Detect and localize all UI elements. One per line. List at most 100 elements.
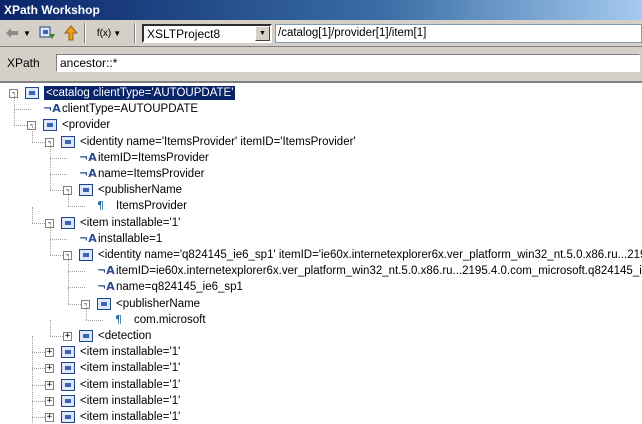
element-node-icon (97, 297, 111, 310)
tree-row[interactable]: - <catalog clientType='AUTOUPDATE' (0, 85, 642, 101)
back-dropdown-button[interactable]: ▼ (4, 22, 32, 44)
toolbar-separator (84, 23, 86, 43)
element-node-icon (61, 378, 75, 391)
tree-row[interactable]: + <detection (0, 320, 642, 344)
xml-tree-view[interactable]: - <catalog clientType='AUTOUPDATE' ¬A clien… (0, 81, 642, 424)
element-node-icon (61, 135, 75, 148)
tree-node-label: <detection (98, 330, 152, 342)
expand-icon[interactable]: + (45, 396, 54, 406)
functions-dropdown-button[interactable]: f(x) ▼ (90, 22, 128, 44)
tree-connector (68, 287, 85, 289)
tree-connector (50, 158, 51, 174)
tree-connector (32, 336, 33, 353)
tree-row[interactable]: ¬A name=ItemsProvider (0, 158, 642, 182)
functions-label: f(x) (96, 27, 112, 39)
tree-connector (32, 125, 33, 142)
tree-node-label: <publisherName (116, 297, 201, 310)
toolbar-separator (134, 23, 136, 43)
back-arrow-icon (6, 28, 19, 38)
tree-connector (50, 239, 51, 255)
tree-node-label: <publisherName (98, 184, 183, 197)
tree-row[interactable]: ¬A itemID=ItemsProvider (0, 141, 642, 166)
tree-node-label: name=q824145_ie6_sp1 (116, 281, 243, 294)
tree-row[interactable]: - <identity name='ItemsProvider' itemID='… (0, 125, 642, 150)
element-node-icon (61, 216, 75, 229)
evaluate-icon (39, 26, 55, 39)
expand-icon[interactable]: + (45, 413, 54, 422)
tree-row[interactable]: + <item installable='1' (0, 401, 642, 424)
window-title: XPath Workshop (4, 3, 100, 17)
tree-row[interactable]: - <publisherName (0, 287, 642, 312)
tree-connector (68, 190, 69, 207)
tree-row[interactable]: - <provider (0, 109, 642, 133)
tree-connector (32, 368, 33, 385)
tree-row[interactable]: - <item installable='1' (0, 206, 642, 231)
tree-row[interactable]: ¶ ItemsProvider (0, 190, 642, 214)
attribute-node-icon: ¬A (97, 264, 115, 278)
tree-connector (86, 303, 87, 320)
chevron-down-icon[interactable]: ▼ (255, 26, 270, 41)
tree-row[interactable]: + <item installable='1' (0, 368, 642, 393)
tree-connector (68, 271, 69, 288)
tree-connector (50, 222, 51, 239)
tree-row[interactable]: ¬A name=q824145_ie6_sp1 (0, 271, 642, 295)
tree-row[interactable]: ¬A installable=1 (0, 222, 642, 247)
xpath-input[interactable]: ancestor::* (56, 54, 640, 72)
tree-row[interactable]: ¶ com.microsoft (0, 303, 642, 328)
xpath-label: XPath (7, 56, 40, 70)
tree-row[interactable]: ¬A itemID=ie60x.internetexplorer6x.ver_pl… (0, 255, 642, 279)
tree-node-label: com.microsoft (134, 313, 206, 326)
tree-connector (68, 271, 85, 273)
tree-connector (32, 206, 33, 223)
current-path-field[interactable]: /catalog[1]/provider[1]/item[1] (275, 24, 642, 43)
tree-connector (14, 93, 15, 110)
tree-connector (50, 238, 67, 240)
attribute-node-icon: ¬A (79, 231, 97, 245)
tree-row[interactable]: - <publisherName (0, 174, 642, 198)
tree-node-label: <item installable='1' (80, 362, 181, 375)
parent-node-button[interactable] (62, 22, 80, 44)
tree-connector (32, 417, 33, 424)
element-node-icon (79, 184, 93, 197)
tree-node-label: <provider (62, 119, 111, 132)
tree-node-label: <item installable='1' (80, 411, 181, 423)
tree-node-label: name=ItemsProvider (98, 168, 205, 180)
tree-node-label: <item installable='1' (80, 394, 181, 407)
tree-connector (68, 287, 69, 304)
project-combo[interactable]: XSLTProject8 ▼ (142, 24, 272, 43)
tree-node-label: ItemsProvider (116, 200, 187, 213)
element-node-icon (43, 119, 57, 132)
tree-connector (32, 384, 33, 401)
expand-icon[interactable]: + (63, 332, 72, 341)
tree-node-label: <identity name='ItemsProvider' itemID='I… (80, 135, 356, 148)
expand-icon[interactable]: + (45, 380, 54, 390)
tree-connector (68, 206, 85, 208)
tree-connector (32, 401, 33, 417)
element-node-icon (25, 87, 39, 99)
text-node-icon: ¶ (115, 312, 122, 326)
expand-icon[interactable]: + (45, 364, 54, 374)
attribute-node-icon: ¬A (79, 167, 97, 180)
element-node-icon (61, 394, 75, 407)
tree-connector (86, 319, 103, 321)
tree-connector (50, 320, 51, 336)
tree-connector (50, 141, 51, 158)
tree-row[interactable]: + <item installable='1' (0, 336, 642, 360)
tree-node-label: itemID=ItemsProvider (98, 151, 209, 164)
text-node-icon: ¶ (97, 199, 104, 213)
attribute-node-icon: ¬A (97, 280, 115, 294)
tree-row[interactable]: - <identity name='q824145_ie6_sp1' itemID… (0, 239, 642, 263)
tree-row[interactable]: ¬A clientType=AUTOUPDATE (0, 93, 642, 117)
attribute-node-icon: ¬A (79, 150, 97, 164)
tree-row[interactable]: + <item installable='1' (0, 384, 642, 409)
tree-node-label: <item installable='1' (80, 378, 181, 391)
tree-row[interactable]: + <item installable='1' (0, 352, 642, 376)
element-node-icon (61, 346, 75, 359)
element-node-icon (79, 330, 93, 342)
xpath-bar: XPath ancestor::* (0, 48, 642, 80)
chevron-down-icon: ▼ (113, 28, 122, 38)
evaluate-button[interactable] (38, 22, 58, 44)
expand-icon[interactable]: + (45, 348, 54, 358)
window-titlebar: XPath Workshop (0, 0, 642, 20)
tree-node-label: clientType=AUTOUPDATE (62, 103, 199, 116)
